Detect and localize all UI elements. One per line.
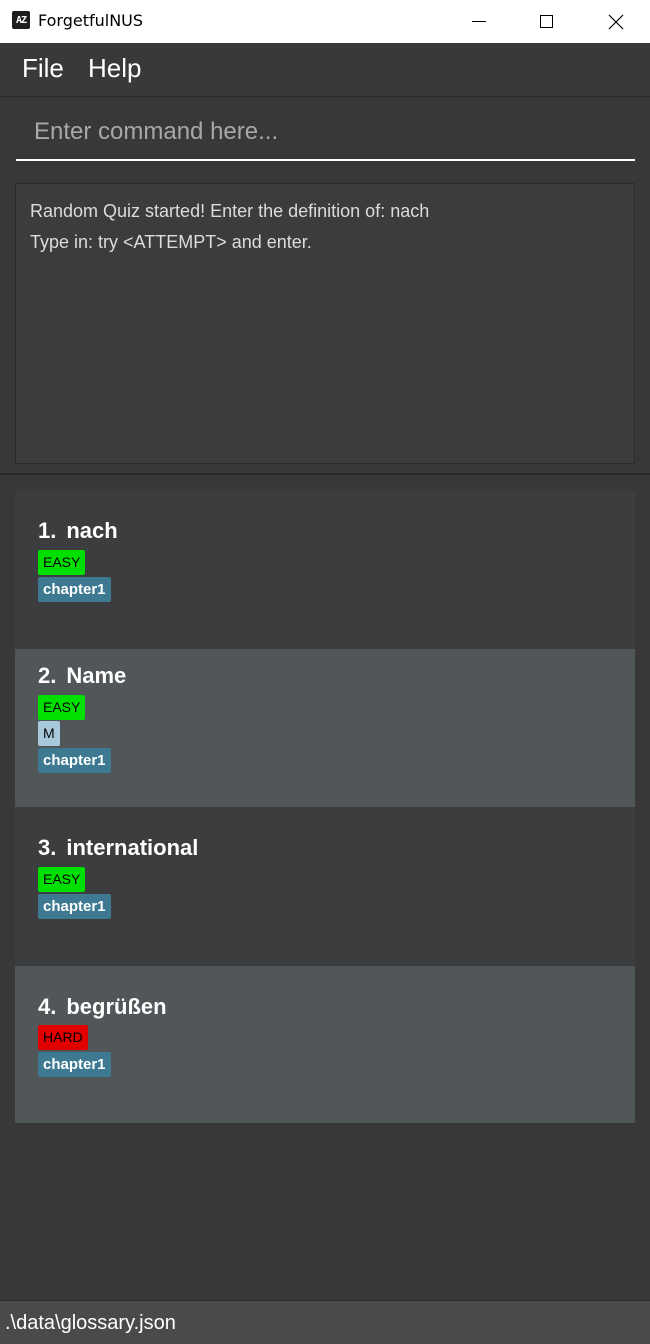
command-input[interactable] (16, 105, 635, 161)
window-title: ForgetfulNUS (38, 11, 144, 30)
card-phrase: international (66, 835, 199, 860)
close-button[interactable] (586, 0, 646, 43)
app-icon: AZ (12, 11, 30, 29)
card-index: 4. (38, 994, 57, 1019)
menu-file[interactable]: File (22, 53, 64, 84)
maximize-button[interactable] (516, 0, 576, 43)
gender-tag: M (38, 721, 60, 746)
card-index: 1. (38, 518, 57, 543)
menu-help[interactable]: Help (88, 53, 141, 84)
flashcard-item[interactable]: 3. international EASY chapter1 (15, 807, 635, 966)
title-bar: AZ ForgetfulNUS (0, 0, 650, 43)
divider (0, 473, 650, 475)
chapter-tag: chapter1 (38, 894, 111, 919)
chapter-tag: chapter1 (38, 1052, 111, 1077)
menu-bar: File Help (0, 43, 650, 97)
card-phrase: nach (66, 518, 118, 543)
difficulty-tag: EASY (38, 867, 86, 892)
chapter-tag: chapter1 (38, 577, 111, 602)
maximize-icon (539, 15, 553, 28)
difficulty-tag: EASY (38, 550, 86, 575)
card-title: 1. nach (38, 518, 118, 544)
flashcard-item[interactable]: 2. Name EASY M chapter1 (15, 649, 635, 807)
card-phrase: begrüßen (66, 994, 167, 1019)
card-index: 3. (38, 835, 57, 860)
minimize-button[interactable] (449, 0, 509, 43)
minimize-icon (472, 21, 486, 22)
status-bar: .\data\glossary.json (0, 1300, 650, 1344)
file-path: .\data\glossary.json (5, 1312, 176, 1334)
flashcard-item[interactable]: 1. nach EASY chapter1 (15, 491, 635, 649)
result-display: Random Quiz started! Enter the definitio… (15, 183, 635, 464)
card-title: 3. international (38, 835, 198, 861)
card-phrase: Name (66, 663, 127, 688)
result-line: Random Quiz started! Enter the definitio… (30, 201, 430, 221)
command-box (0, 97, 650, 173)
chapter-tag: chapter1 (38, 748, 111, 773)
flashcard-item[interactable]: 4. begrüßen HARD chapter1 (15, 966, 635, 1123)
difficulty-tag: EASY (38, 695, 86, 720)
card-index: 2. (38, 663, 57, 688)
card-title: 2. Name (38, 663, 126, 689)
difficulty-tag: HARD (38, 1025, 88, 1050)
close-icon (608, 14, 624, 29)
card-title: 4. begrüßen (38, 994, 167, 1020)
result-line: Type in: try <ATTEMPT> and enter. (30, 232, 312, 252)
